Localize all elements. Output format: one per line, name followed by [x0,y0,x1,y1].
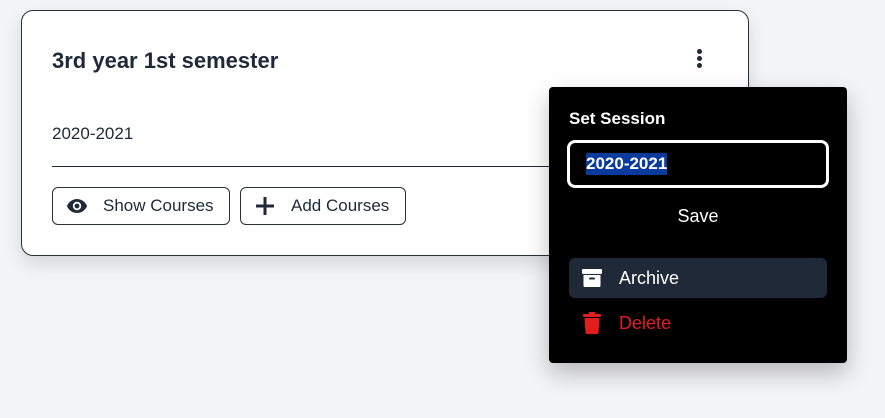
show-courses-label: Show Courses [103,196,214,215]
divider [52,166,572,167]
eye-icon [65,194,89,218]
add-courses-label: Add Courses [291,196,390,215]
session-input-value: 2020-2021 [586,153,668,175]
add-courses-button[interactable]: Add Courses [240,187,406,225]
delete-menu-item[interactable]: Delete [569,303,827,343]
trash-icon [581,312,603,334]
set-session-heading: Set Session [569,109,666,128]
save-button[interactable]: Save [549,206,847,227]
more-options-icon[interactable] [690,49,708,75]
options-menu: Set Session 2020-2021 Save Archive Delet… [549,87,847,363]
delete-label: Delete [619,312,672,333]
archive-box-icon [581,267,603,289]
show-courses-button[interactable]: Show Courses [52,187,230,225]
archive-menu-item[interactable]: Archive [569,258,827,298]
plus-icon [253,194,277,218]
session-text: 2020-2021 [52,124,134,143]
archive-label: Archive [619,267,680,288]
session-input[interactable]: 2020-2021 [567,140,829,188]
card-title: 3rd year 1st semester [52,48,279,73]
